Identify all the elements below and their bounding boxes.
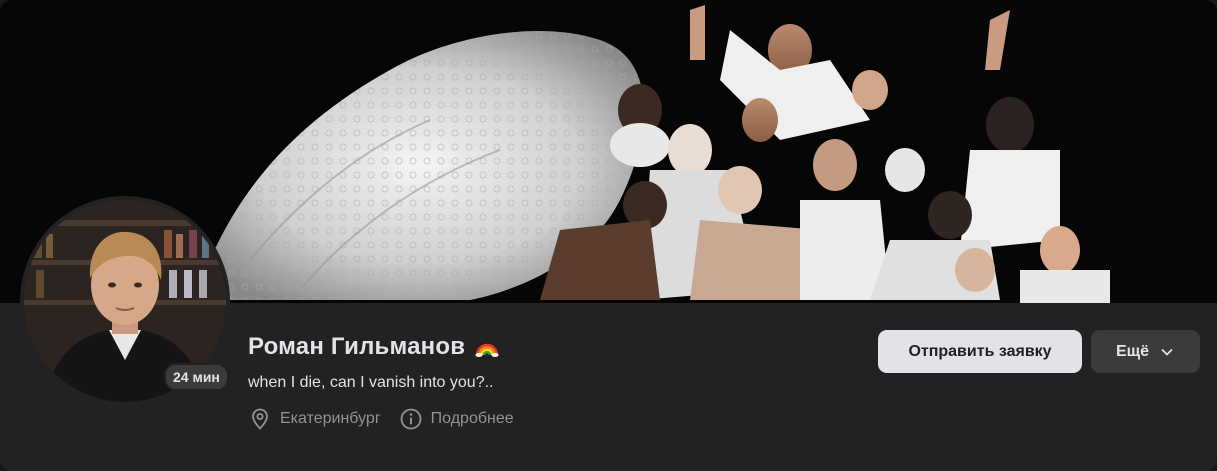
profile-name: Роман Гильманов	[248, 333, 466, 360]
profile-header: 24 мин Роман Гильманов when I die, can I…	[0, 0, 1217, 471]
more-actions-label: Ещё	[1115, 342, 1150, 360]
info-circle-icon	[399, 407, 423, 431]
last-seen-badge: 24 мин	[164, 363, 229, 391]
profile-status: when I die, can I vanish into you?..	[248, 374, 494, 391]
rainbow-emoji-icon[interactable]	[475, 335, 499, 359]
chevron-down-icon	[1159, 344, 1175, 360]
name-row: Роман Гильманов	[248, 333, 499, 361]
profile-meta: Екатеринбург Подробнее	[248, 407, 514, 431]
more-actions-button[interactable]: Ещё	[1091, 330, 1200, 373]
send-friend-request-button[interactable]: Отправить заявку	[878, 330, 1082, 373]
city-label: Екатеринбург	[280, 410, 381, 427]
city-link[interactable]: Екатеринбург	[248, 407, 381, 431]
more-info-link[interactable]: Подробнее	[399, 407, 514, 431]
location-pin-icon	[248, 407, 272, 431]
more-info-label: Подробнее	[430, 410, 514, 427]
